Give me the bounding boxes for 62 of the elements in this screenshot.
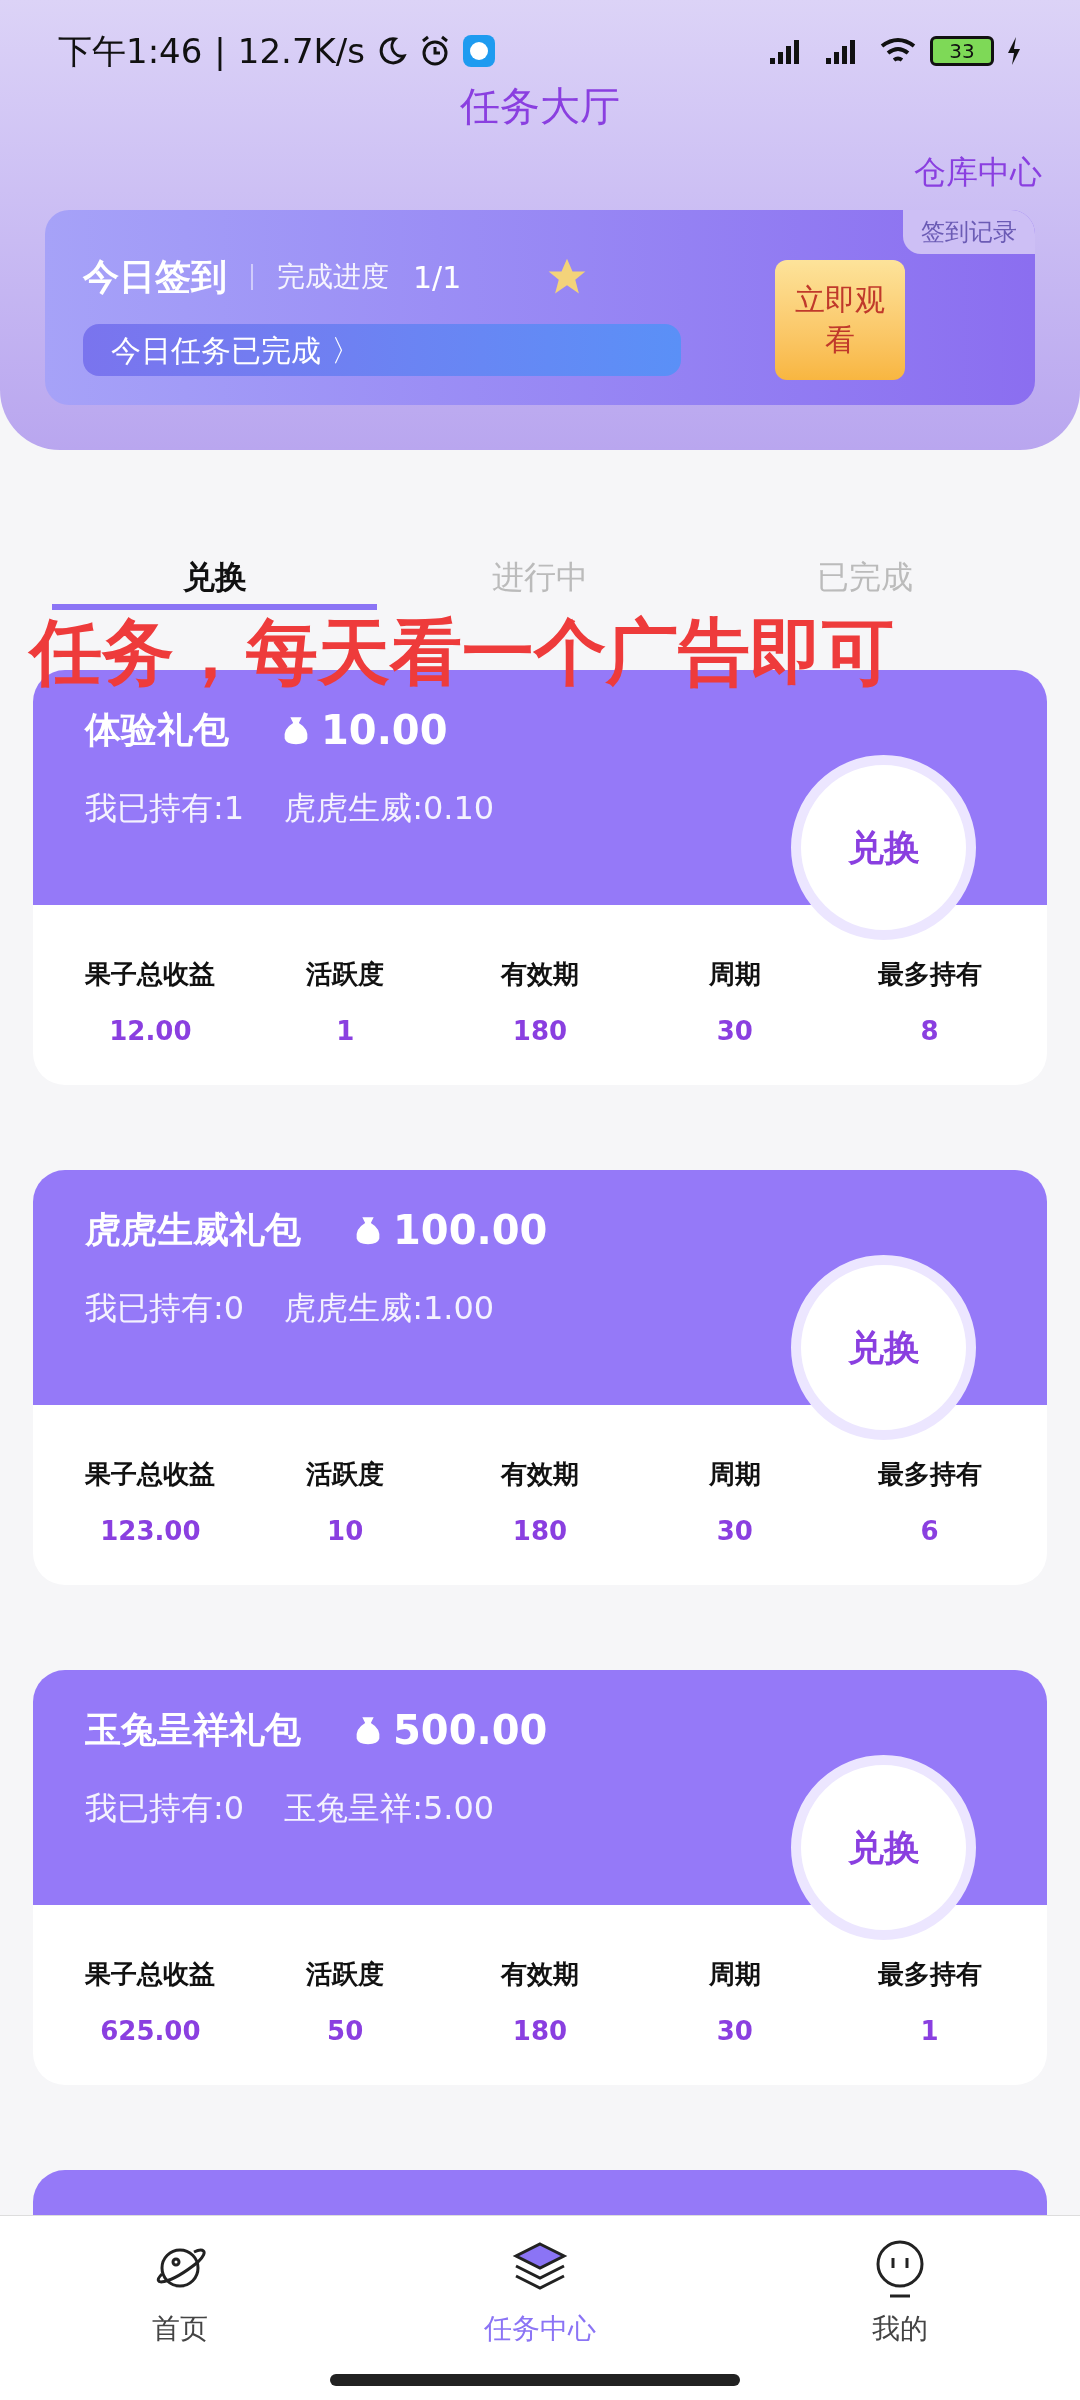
warehouse-link[interactable]: 仓库中心 — [914, 148, 1042, 196]
stat-label: 周期 — [708, 958, 761, 991]
app-notification-icon — [463, 35, 495, 67]
status-speed: 12.7K/s — [237, 29, 365, 73]
stat-value: 30 — [716, 1515, 753, 1548]
stat-value: 1 — [920, 2015, 939, 2048]
stat-value: 8 — [920, 1015, 939, 1048]
battery-icon: 33 — [930, 36, 994, 66]
stat-label: 最多持有 — [877, 1458, 982, 1491]
stat-label: 果子总收益 — [85, 958, 216, 991]
stat-label: 周期 — [708, 1958, 761, 1991]
charging-icon — [1006, 37, 1022, 65]
checkin-record-tab[interactable]: 签到记录 — [903, 210, 1035, 254]
stat-label: 有效期 — [501, 1958, 579, 1991]
pack-price: 10.00 — [321, 706, 448, 755]
stat-label: 活跃度 — [306, 958, 385, 991]
stat-value: 6 — [920, 1515, 939, 1548]
stat-label: 有效期 — [501, 1458, 579, 1491]
stat-value: 30 — [716, 1015, 753, 1048]
status-separator: | — [214, 29, 226, 73]
tab[interactable]: 兑换 — [52, 550, 378, 610]
stat-value: 625.00 — [100, 2015, 201, 2048]
task-status-button[interactable]: 今日任务已完成 〉 — [83, 324, 681, 376]
nav-item[interactable]: 任务中心 — [360, 2236, 720, 2400]
reward-rate: 虎虎生威:0.10 — [284, 788, 495, 829]
stat-label: 活跃度 — [306, 1958, 385, 1991]
pack-price: 500.00 — [393, 1706, 548, 1755]
pack-name: 虎虎生威礼包 — [85, 1208, 301, 1252]
alarm-icon — [419, 35, 451, 67]
progress-label: 完成进度 — [277, 259, 389, 295]
owned-count: 我已持有:0 — [85, 1288, 245, 1329]
stat-value: 12.00 — [109, 1015, 192, 1048]
stat-value: 30 — [716, 2015, 753, 2048]
checkin-title: 今日签到 — [83, 255, 227, 299]
status-time: 下午1:46 — [58, 29, 203, 73]
stat-label: 有效期 — [501, 958, 579, 991]
moon-icon — [377, 36, 407, 66]
stat-value: 50 — [327, 2015, 364, 2048]
stat-value: 123.00 — [100, 1515, 201, 1548]
nav-item[interactable]: 首页 — [0, 2236, 360, 2400]
progress-value: 1/1 — [413, 258, 462, 297]
owned-count: 我已持有:1 — [85, 788, 245, 829]
reward-rate: 玉兔呈祥:5.00 — [284, 1788, 495, 1829]
stat-label: 活跃度 — [306, 1458, 385, 1491]
nav-item[interactable]: 我的 — [720, 2236, 1080, 2400]
stat-label: 最多持有 — [877, 1958, 982, 1991]
stat-label: 果子总收益 — [85, 1458, 216, 1491]
stat-value: 180 — [512, 2015, 568, 2048]
stat-value: 180 — [512, 1015, 568, 1048]
stat-label: 周期 — [708, 1458, 761, 1491]
stat-value: 10 — [327, 1515, 364, 1548]
stat-value: 1 — [336, 1015, 355, 1048]
stat-label: 果子总收益 — [85, 1958, 216, 1991]
owned-count: 我已持有:0 — [85, 1788, 245, 1829]
pack-name: 玉兔呈祥礼包 — [85, 1708, 301, 1752]
pack-name: 体验礼包 — [85, 708, 229, 752]
reward-rate: 虎虎生威:1.00 — [284, 1288, 495, 1329]
watch-now-sticker[interactable]: 立即观看 — [775, 260, 905, 380]
stat-value: 180 — [512, 1515, 568, 1548]
page-title: 任务大厅 — [460, 82, 620, 131]
stat-label: 最多持有 — [877, 958, 982, 991]
pack-price: 100.00 — [393, 1206, 548, 1255]
